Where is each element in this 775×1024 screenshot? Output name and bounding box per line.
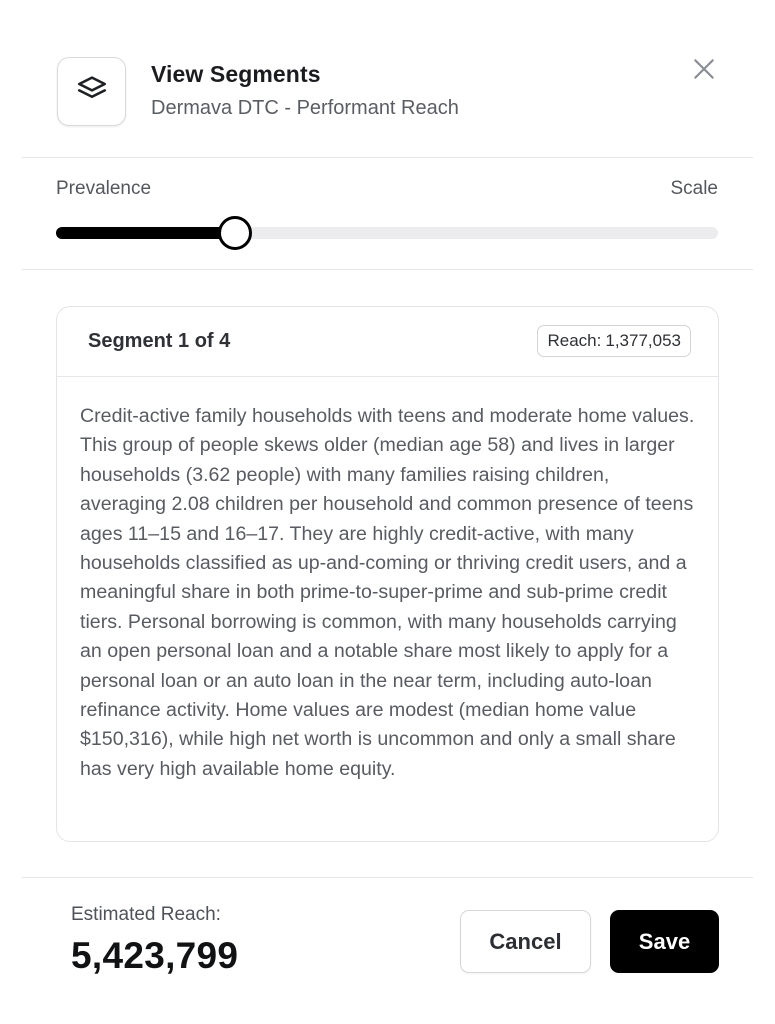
modal-title: View Segments xyxy=(151,61,321,87)
segment-reach-badge: Reach: 1,377,053 xyxy=(537,325,691,357)
layers-icon-container xyxy=(57,57,126,126)
segment-label: Segment 1 of 4 xyxy=(88,330,231,352)
segment-description: Credit-active family households with tee… xyxy=(80,405,695,780)
close-button[interactable] xyxy=(688,55,720,87)
close-icon xyxy=(691,56,717,87)
slider-divider xyxy=(22,269,753,270)
modal-header: View Segments Dermava DTC - Performant R… xyxy=(0,0,775,158)
prevalence-scale-slider[interactable] xyxy=(56,216,718,250)
layers-icon xyxy=(75,72,109,111)
segment-card-header: Segment 1 of 4 Reach: 1,377,053 xyxy=(57,307,718,377)
modal-subtitle: Dermava DTC - Performant Reach xyxy=(151,97,459,119)
slider-label-scale: Scale xyxy=(670,178,718,199)
estimated-reach-value: 5,423,799 xyxy=(71,935,239,976)
modal-footer: Estimated Reach: 5,423,799 Cancel Save xyxy=(0,877,775,1024)
header-divider xyxy=(22,157,753,158)
slider-fill xyxy=(56,227,235,239)
estimated-reach-label: Estimated Reach: xyxy=(71,904,221,925)
segment-card: Segment 1 of 4 Reach: 1,377,053 Credit-a… xyxy=(56,306,719,842)
reach-badge-value: 1,377,053 xyxy=(605,331,681,350)
slider-thumb[interactable] xyxy=(218,216,252,250)
save-button[interactable]: Save xyxy=(610,910,719,973)
cancel-button[interactable]: Cancel xyxy=(460,910,591,973)
slider-label-prevalence: Prevalence xyxy=(56,178,152,199)
reach-badge-label: Reach: xyxy=(547,331,602,350)
view-segments-modal: View Segments Dermava DTC - Performant R… xyxy=(0,0,775,1024)
